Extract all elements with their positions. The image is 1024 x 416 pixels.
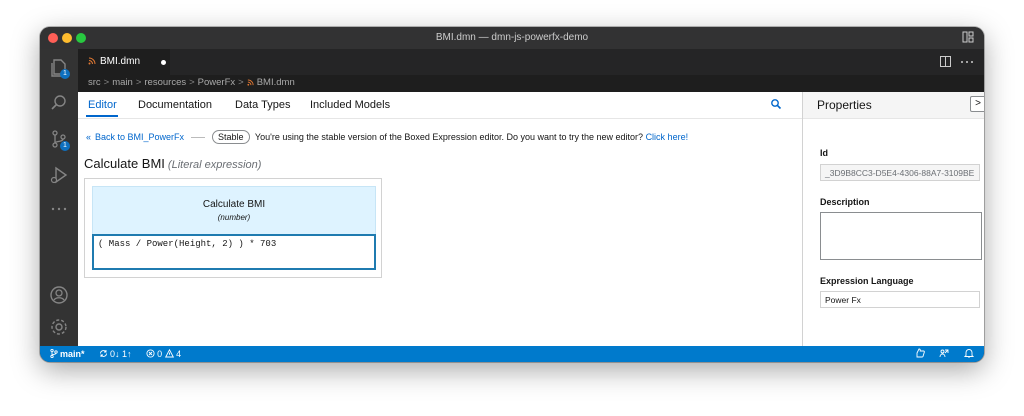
expression-name: Calculate BMI [84, 156, 165, 171]
tab-documentation[interactable]: Documentation [138, 99, 212, 111]
id-label: Id [820, 148, 828, 158]
breadcrumb-item-powerfx[interactable]: PowerFx [198, 77, 235, 88]
settings-gear-icon[interactable] [49, 317, 69, 337]
split-editor-icon[interactable] [939, 56, 951, 67]
warning-count: 4 [176, 349, 182, 359]
expression-language-field[interactable]: Power Fx [820, 291, 980, 308]
breadcrumb-item-resources[interactable]: resources [144, 77, 186, 88]
literal-expression-cell[interactable]: ( Mass / Power(Height, 2) ) * 703 [92, 234, 376, 270]
boxed-expression: Calculate BMI (number) ( Mass / Power(He… [84, 178, 382, 278]
problems-status[interactable]: 04 [146, 348, 182, 359]
breadcrumb-separator: > [135, 77, 142, 88]
error-count: 0 [157, 349, 163, 359]
sync-icon [100, 350, 107, 357]
layout-icon[interactable] [962, 31, 974, 43]
title-bar: BMI.dmn — dmn-js-powerfx-demo [40, 27, 984, 49]
source-control-icon[interactable]: 1 [49, 129, 70, 151]
search-icon[interactable] [49, 93, 69, 113]
breadcrumb-separator: > [238, 77, 244, 88]
live-share-icon[interactable] [939, 348, 949, 358]
expression-title: Calculate BMI (Literal expression) [84, 156, 261, 171]
unsaved-dot-icon[interactable] [161, 60, 166, 65]
sync-status[interactable]: 0↓ 1↑ [99, 349, 132, 359]
more-actions-icon[interactable] [960, 56, 974, 67]
branch-name: main* [60, 349, 85, 359]
sync-counts: 0↓ 1↑ [110, 349, 132, 359]
notifications-bell-icon[interactable] [963, 348, 975, 358]
explorer-icon[interactable]: 1 [49, 57, 70, 79]
rss-file-icon [88, 57, 96, 65]
status-bar: main* 0↓ 1↑ 04 [40, 346, 984, 362]
breadcrumb: src > main > resources > PowerFx > BMI.dmn [78, 75, 984, 92]
try-new-editor-link[interactable]: Click here! [646, 132, 689, 142]
properties-panel: Properties > Id _3D9B8CC3-D5E4-4306-88A7… [802, 92, 984, 346]
git-branch[interactable]: main* [50, 348, 85, 359]
tab-bmi-dmn[interactable]: BMI.dmn [78, 49, 170, 75]
expression-code: ( Mass / Power(Height, 2) ) * 703 [98, 239, 277, 249]
search-icon[interactable] [770, 98, 782, 110]
editor-nav-tabs: Editor Documentation Data Types Included… [78, 92, 802, 119]
breadcrumb-item-main[interactable]: main [112, 77, 133, 88]
breadcrumb-separator: > [189, 77, 195, 88]
editor-tab-bar: BMI.dmn [78, 49, 984, 75]
breadcrumb-separator: > [103, 77, 110, 88]
divider [191, 137, 206, 139]
tab-editor[interactable]: Editor [88, 99, 117, 111]
back-arrow-icon: « [86, 132, 92, 142]
expression-header[interactable]: Calculate BMI (number) [92, 186, 376, 235]
stable-badge: Stable [212, 130, 250, 144]
tab-data-types[interactable]: Data Types [235, 99, 290, 111]
scm-badge: 1 [60, 141, 70, 151]
expression-kind: (Literal expression) [167, 159, 262, 171]
tab-actions [939, 56, 974, 70]
tab-label: BMI.dmn [100, 56, 141, 67]
notice-message: You're using the stable version of the B… [254, 132, 644, 142]
git-branch-icon [50, 348, 58, 359]
description-label: Description [820, 197, 870, 207]
error-icon [146, 349, 155, 358]
run-debug-icon[interactable] [49, 165, 69, 185]
id-field[interactable]: _3D9B8CC3-D5E4-4306-88A7-3109BE [820, 164, 980, 181]
dmn-editor: Editor Documentation Data Types Included… [78, 92, 802, 362]
description-textarea[interactable] [820, 212, 982, 260]
account-icon[interactable] [49, 285, 69, 305]
expression-header-type: (number) [217, 213, 251, 222]
activity-bar: 1 1 [40, 49, 78, 346]
properties-header: Properties > [803, 92, 984, 119]
explorer-badge: 1 [60, 69, 70, 79]
breadcrumb-item-bmi-dmn[interactable]: BMI.dmn [257, 77, 295, 88]
window-title: BMI.dmn — dmn-js-powerfx-demo [435, 32, 589, 43]
vscode-window: BMI.dmn — dmn-js-powerfx-demo 1 1 BMI.dm… [40, 27, 984, 362]
rss-file-icon [247, 79, 254, 86]
more-icon[interactable] [49, 199, 69, 219]
active-tab-underline [86, 115, 118, 117]
expression-header-name: Calculate BMI [202, 199, 266, 210]
feedback-icon[interactable] [915, 348, 925, 358]
expression-language-label: Expression Language [820, 276, 914, 286]
warning-icon [165, 348, 175, 358]
tab-included-models[interactable]: Included Models [310, 99, 390, 111]
editor-version-notice: «Back to BMI_PowerFx Stable You're using … [86, 130, 802, 144]
breadcrumb-item-src[interactable]: src [88, 77, 101, 88]
back-link[interactable]: Back to BMI_PowerFx [95, 132, 184, 142]
properties-title: Properties [817, 98, 872, 112]
collapse-properties-button[interactable]: > [970, 96, 984, 112]
